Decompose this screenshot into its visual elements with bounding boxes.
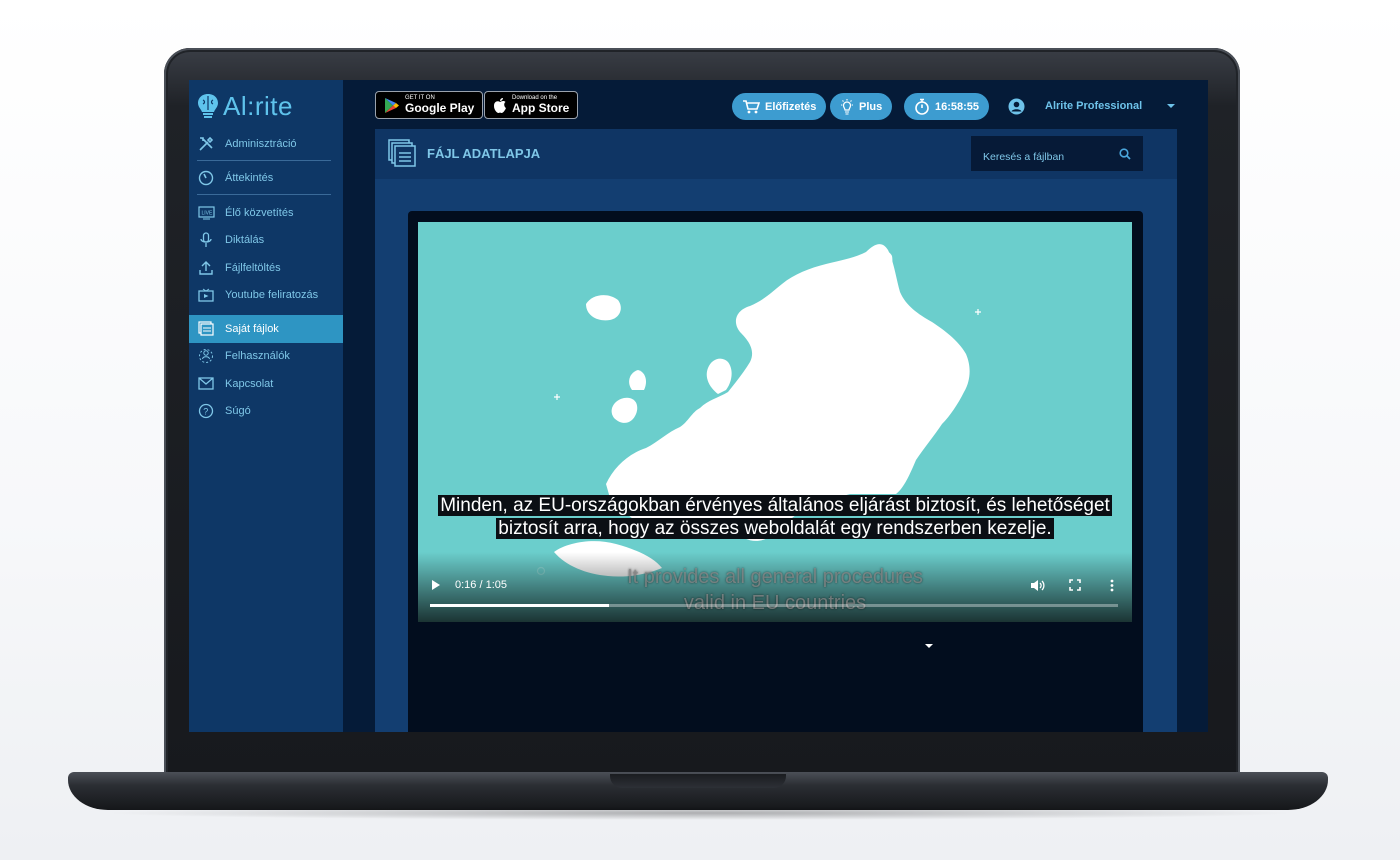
panel-header: FÁJL ADATLAPJA bbox=[375, 129, 1177, 179]
brand-name: Al:rite bbox=[223, 90, 293, 121]
account-icon bbox=[1008, 98, 1025, 114]
svg-text:?: ? bbox=[203, 407, 208, 417]
sidebar-item-label: Felhasználók bbox=[225, 350, 290, 363]
file-list-icon bbox=[388, 139, 416, 167]
main-area: GET IT ON Google Play Download on the Ap… bbox=[343, 80, 1208, 732]
plus-button[interactable]: Plus bbox=[830, 93, 893, 120]
sidebar-item-felhasznalok[interactable]: Felhasználók bbox=[189, 343, 343, 371]
subtitle-overlay: Minden, az EU-országokban érvényes által… bbox=[418, 494, 1132, 540]
sidebar-item-label: Saját fájlok bbox=[225, 322, 279, 335]
microphone-icon bbox=[197, 231, 215, 249]
app-store-big-text: App Store bbox=[512, 101, 570, 115]
brand-logo[interactable]: Al:rite bbox=[197, 90, 293, 122]
google-play-button[interactable]: GET IT ON Google Play bbox=[375, 91, 484, 119]
laptop-shadow bbox=[100, 806, 1300, 820]
timer-badge[interactable]: 16:58:55 bbox=[904, 93, 990, 120]
play-button[interactable] bbox=[431, 577, 441, 593]
users-icon bbox=[197, 347, 215, 365]
help-icon: ? bbox=[197, 402, 215, 420]
google-play-big-text: Google Play bbox=[405, 101, 475, 115]
play-icon bbox=[432, 580, 440, 590]
video-player[interactable]: Minden, az EU-országokban érvényes által… bbox=[418, 222, 1132, 622]
lightbulb-brain-icon bbox=[198, 94, 218, 118]
more-options-button[interactable] bbox=[1110, 577, 1114, 593]
user-menu[interactable]: Alrite Professional bbox=[1008, 96, 1176, 116]
search-icon[interactable] bbox=[1119, 147, 1131, 160]
burned-caption-line: It provides all general procedures bbox=[627, 566, 923, 588]
youtube-icon bbox=[197, 286, 215, 304]
volume-icon bbox=[1031, 579, 1045, 591]
sidebar-divider bbox=[197, 159, 331, 161]
more-vertical-icon bbox=[1110, 579, 1114, 591]
plus-label: Plus bbox=[859, 100, 883, 113]
envelope-icon bbox=[197, 375, 215, 393]
sidebar-item-label: Élő közvetítés bbox=[225, 206, 294, 219]
subscription-label: Előfizetés bbox=[765, 100, 817, 113]
sidebar-item-label: Kapcsolat bbox=[225, 377, 274, 390]
app-store-button[interactable]: Download on the App Store bbox=[484, 91, 579, 119]
upload-icon bbox=[197, 259, 215, 277]
laptop-notch bbox=[610, 774, 786, 788]
chevron-down-icon[interactable] bbox=[1166, 103, 1176, 109]
burned-caption: It provides all general procedures valid… bbox=[418, 564, 1132, 616]
subtitle-text: Minden, az EU-országokban érvényes által… bbox=[438, 495, 1112, 539]
svg-text:LIVE: LIVE bbox=[201, 210, 213, 216]
sidebar-nav: Adminisztráció Áttekintés LIVE Élő közve… bbox=[189, 130, 343, 425]
search-input[interactable] bbox=[983, 150, 1113, 163]
sidebar-item-sajat-fajlok[interactable]: Saját fájlok bbox=[189, 315, 343, 343]
fullscreen-icon bbox=[1069, 579, 1081, 591]
sidebar-item-label: Adminisztráció bbox=[225, 137, 297, 150]
user-name: Alrite Professional bbox=[1045, 100, 1143, 112]
search-box bbox=[971, 136, 1143, 171]
sidebar-item-label: Súgó bbox=[225, 405, 251, 418]
sidebar-item-youtube-feliratozas[interactable]: Youtube feliratozás bbox=[189, 282, 343, 310]
tools-icon bbox=[197, 135, 215, 153]
expand-caret[interactable] bbox=[924, 636, 934, 654]
sidebar-item-attekintes[interactable]: Áttekintés bbox=[189, 165, 343, 193]
sidebar-item-label: Áttekintés bbox=[225, 172, 274, 185]
cart-icon bbox=[743, 99, 760, 113]
apple-icon bbox=[494, 97, 506, 113]
fullscreen-button[interactable] bbox=[1069, 577, 1081, 593]
sidebar-item-adminisztracio[interactable]: Adminisztráció bbox=[189, 130, 343, 158]
caret-down-icon bbox=[925, 644, 933, 648]
gauge-icon bbox=[197, 169, 215, 187]
sidebar-item-label: Fájlfeltöltés bbox=[225, 261, 281, 274]
sidebar-item-kapcsolat[interactable]: Kapcsolat bbox=[189, 370, 343, 398]
sidebar-item-fajlfeltoltes[interactable]: Fájlfeltöltés bbox=[189, 254, 343, 282]
subscription-button[interactable]: Előfizetés bbox=[732, 93, 827, 120]
sidebar-item-label: Youtube feliratozás bbox=[225, 289, 319, 302]
progress-fill bbox=[430, 604, 609, 607]
volume-button[interactable] bbox=[1030, 577, 1045, 593]
sidebar-item-label: Diktálás bbox=[225, 234, 265, 247]
google-play-icon bbox=[385, 97, 399, 113]
progress-bar[interactable] bbox=[430, 604, 1118, 607]
burned-caption-line: valid in EU countries bbox=[683, 592, 867, 614]
timer-value: 16:58:55 bbox=[935, 100, 980, 113]
sidebar: Al:rite Adminisztráció Áttekintés LIVE É… bbox=[189, 80, 343, 732]
sidebar-item-diktalas[interactable]: Diktálás bbox=[189, 227, 343, 255]
sidebar-item-sugo[interactable]: ? Súgó bbox=[189, 398, 343, 426]
top-bar: GET IT ON Google Play Download on the Ap… bbox=[343, 80, 1208, 130]
time-display: 0:16 / 1:05 bbox=[455, 577, 507, 593]
app-screen: Al:rite Adminisztráció Áttekintés LIVE É… bbox=[189, 80, 1208, 732]
stopwatch-icon bbox=[915, 98, 929, 115]
time-text: 0:16 / 1:05 bbox=[455, 579, 507, 591]
panel-title: FÁJL ADATLAPJA bbox=[427, 146, 541, 161]
sidebar-divider bbox=[197, 194, 331, 195]
live-icon: LIVE bbox=[197, 204, 215, 222]
files-icon bbox=[197, 320, 215, 338]
sidebar-item-elo-kozvetites[interactable]: LIVE Élő közvetítés bbox=[189, 199, 343, 227]
lightbulb-icon bbox=[841, 98, 853, 115]
